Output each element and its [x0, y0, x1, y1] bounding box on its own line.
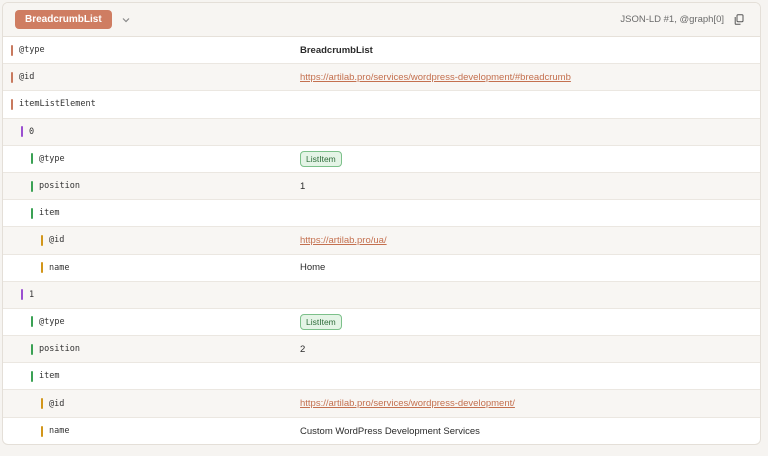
- property-key: position: [31, 336, 80, 362]
- property-key-text: name: [49, 426, 70, 437]
- nesting-marker: [31, 316, 33, 328]
- property-value: Custom WordPress Development Services: [300, 418, 480, 444]
- property-value-text: Home: [300, 262, 326, 274]
- property-key: item: [31, 200, 59, 226]
- property-key: 1: [21, 282, 34, 308]
- header-right: JSON-LD #1, @graph[0]: [620, 3, 746, 36]
- property-value: https://artilab.pro/services/wordpress-d…: [300, 390, 515, 416]
- nesting-marker: [31, 153, 33, 165]
- property-value-text: BreadcrumbList: [300, 44, 373, 56]
- nesting-marker: [41, 262, 43, 274]
- property-row: item: [3, 363, 760, 391]
- property-table: @type BreadcrumbList @id https://artilab.pr…: [3, 37, 760, 444]
- schema-card: BreadcrumbList JSON-LD #1, @graph[0] @ty…: [2, 2, 761, 445]
- property-key: name: [41, 418, 70, 444]
- property-value: Home: [300, 255, 325, 281]
- nesting-marker: [31, 343, 33, 355]
- property-key: @type: [31, 309, 65, 335]
- property-key-text: name: [49, 262, 70, 273]
- property-row: position 2: [3, 336, 760, 364]
- property-row: itemListElement: [3, 91, 760, 119]
- property-key: 0: [21, 119, 34, 145]
- nesting-marker: [11, 71, 13, 83]
- nesting-marker: [41, 425, 43, 437]
- schema-header: BreadcrumbList JSON-LD #1, @graph[0]: [3, 3, 760, 37]
- property-value: ListItem: [300, 146, 342, 172]
- property-key: itemListElement: [11, 91, 96, 117]
- nesting-marker: [11, 44, 13, 56]
- property-row: @id https://artilab.pro/services/wordpres…: [3, 64, 760, 92]
- property-key-text: position: [39, 344, 80, 355]
- type-pill: ListItem: [300, 150, 342, 167]
- property-row: @type BreadcrumbList: [3, 37, 760, 65]
- property-row: @type ListItem: [3, 309, 760, 337]
- property-key: @id: [11, 64, 34, 90]
- source-label: JSON-LD #1, @graph[0]: [620, 14, 724, 25]
- nesting-marker: [31, 180, 33, 192]
- property-key: @type: [11, 37, 45, 63]
- type-pill: ListItem: [300, 313, 342, 330]
- property-row: 1: [3, 281, 760, 309]
- property-key: @id: [41, 390, 64, 416]
- property-value-link[interactable]: https://artilab.pro/services/wordpress-d…: [300, 72, 571, 83]
- property-value-link[interactable]: https://artilab.pro/services/wordpress-d…: [300, 398, 515, 409]
- property-value: https://artilab.pro/ua/: [300, 227, 387, 253]
- property-key-text: @id: [49, 235, 65, 246]
- chevron-down-icon[interactable]: [121, 15, 131, 25]
- property-key-text: position: [39, 181, 80, 192]
- property-row: @id https://artilab.pro/services/wordpres…: [3, 390, 760, 418]
- property-key-text: @type: [39, 153, 65, 164]
- nesting-marker: [21, 126, 23, 138]
- property-key: name: [41, 255, 69, 281]
- property-row: @type ListItem: [3, 146, 760, 173]
- property-value: 1: [300, 173, 305, 199]
- property-key-text: 1: [29, 289, 35, 300]
- property-row: position 1: [3, 172, 760, 201]
- property-value: BreadcrumbList: [300, 37, 373, 63]
- property-key-text: @id: [19, 72, 35, 83]
- property-row: item: [3, 200, 760, 228]
- nesting-marker: [31, 370, 33, 382]
- property-row: name Custom WordPress Development Service…: [3, 418, 760, 444]
- property-key-text: item: [39, 208, 60, 219]
- property-value-link[interactable]: https://artilab.pro/ua/: [300, 235, 387, 246]
- property-key: @type: [31, 146, 65, 172]
- property-key-text: @id: [49, 398, 65, 409]
- property-key-text: item: [39, 371, 60, 382]
- property-value: ListItem: [300, 309, 342, 335]
- schema-type-badge[interactable]: BreadcrumbList: [15, 10, 112, 29]
- property-row: @id https://artilab.pro/ua/: [3, 227, 760, 255]
- property-key-text: @type: [19, 45, 45, 56]
- property-row: name Home: [3, 255, 760, 282]
- property-key: @id: [41, 227, 64, 253]
- nesting-marker: [21, 289, 23, 301]
- property-value-text: 2: [300, 343, 306, 355]
- property-value: https://artilab.pro/services/wordpress-d…: [300, 64, 571, 90]
- property-key-text: 0: [29, 126, 35, 137]
- property-key-text: @type: [39, 316, 65, 327]
- property-value-text: 1: [300, 180, 306, 192]
- property-key-text: itemListElement: [19, 99, 96, 110]
- nesting-marker: [41, 398, 43, 410]
- nesting-marker: [11, 98, 13, 110]
- property-value: 2: [300, 336, 305, 362]
- property-key: position: [31, 173, 80, 199]
- nesting-marker: [31, 207, 33, 219]
- property-value-text: Custom WordPress Development Services: [300, 425, 480, 437]
- property-row: 0: [3, 118, 760, 146]
- nesting-marker: [41, 234, 43, 246]
- property-key: item: [31, 363, 59, 389]
- copy-icon[interactable]: [734, 14, 746, 26]
